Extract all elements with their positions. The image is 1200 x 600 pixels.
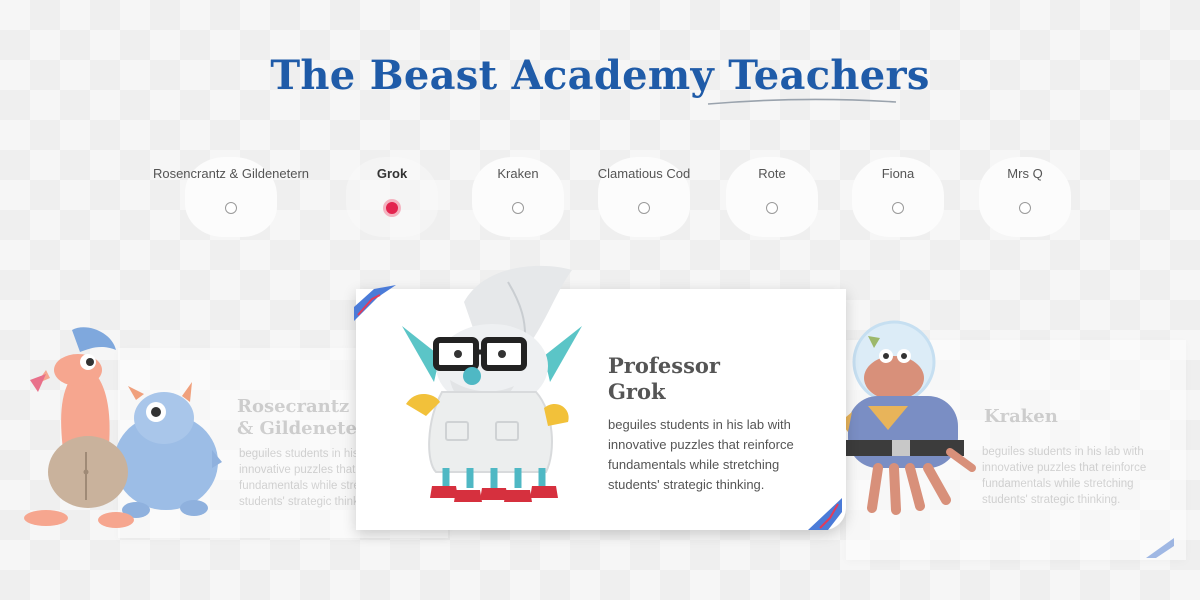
selector-item-rosencrantz[interactable]: Rosencrantz & Gildenetern bbox=[146, 155, 316, 245]
card-corner-pattern-icon bbox=[354, 285, 396, 321]
desc-line: fundamentals while stre bbox=[239, 480, 357, 492]
desc-line: fundamentals while stretching bbox=[608, 457, 780, 472]
title-underline bbox=[707, 98, 897, 105]
radio-button[interactable] bbox=[512, 202, 524, 214]
card-name-line1: Professor bbox=[608, 353, 720, 378]
card-description: beguiles students in his lab with innova… bbox=[982, 444, 1172, 508]
card-corner-pattern-icon bbox=[1146, 538, 1174, 558]
desc-line: beguiles students in his lab with bbox=[982, 446, 1144, 458]
card-name: Kraken bbox=[984, 406, 1058, 427]
radio-button[interactable] bbox=[892, 202, 904, 214]
card-name: Professor Grok bbox=[608, 353, 828, 405]
kraken-illustration bbox=[840, 320, 976, 515]
radio-button[interactable] bbox=[766, 202, 778, 214]
desc-line: innovative puzzles that reinforce bbox=[982, 462, 1147, 474]
card-description: beguiles students in his lab with innova… bbox=[608, 415, 818, 495]
card-description: beguiles students in his innovative puzz… bbox=[239, 446, 357, 510]
desc-line: innovative puzzles that reinforce bbox=[608, 437, 794, 452]
desc-line: beguiles students in his lab with bbox=[608, 417, 791, 432]
selector-label: Mrs Q bbox=[1007, 166, 1043, 181]
rosencrantz-gildenstern-illustration bbox=[24, 327, 222, 528]
radio-button[interactable] bbox=[225, 202, 237, 214]
card-name: Rosecrantz & Gildeneter bbox=[237, 396, 366, 440]
desc-line: beguiles students in his bbox=[239, 448, 357, 460]
card-name-line2: & Gildeneter bbox=[237, 418, 367, 439]
radio-button-selected[interactable] bbox=[383, 199, 401, 217]
selector-item-mrs-q[interactable]: Mrs Q bbox=[940, 155, 1110, 245]
desc-line: students' strategic thinki bbox=[239, 496, 357, 508]
selector-label: Rosencrantz & Gildenetern bbox=[152, 166, 310, 181]
card-name-line1: Rosecrantz bbox=[237, 396, 350, 417]
professor-grok-illustration bbox=[402, 265, 582, 502]
radio-button[interactable] bbox=[1019, 202, 1031, 214]
radio-button[interactable] bbox=[638, 202, 650, 214]
desc-line: students' strategic thinking. bbox=[982, 494, 1121, 506]
card-corner-pattern-icon bbox=[808, 498, 842, 530]
teacher-selector: Rosencrantz & Gildenetern Grok Kraken Cl… bbox=[0, 155, 1200, 245]
card-name-line2: Grok bbox=[608, 379, 666, 404]
desc-line: students' strategic thinking. bbox=[608, 477, 765, 492]
desc-line: innovative puzzles that bbox=[239, 464, 356, 476]
page-title: The Beast Academy Teachers bbox=[270, 52, 930, 99]
desc-line: fundamentals while stretching bbox=[982, 478, 1134, 490]
